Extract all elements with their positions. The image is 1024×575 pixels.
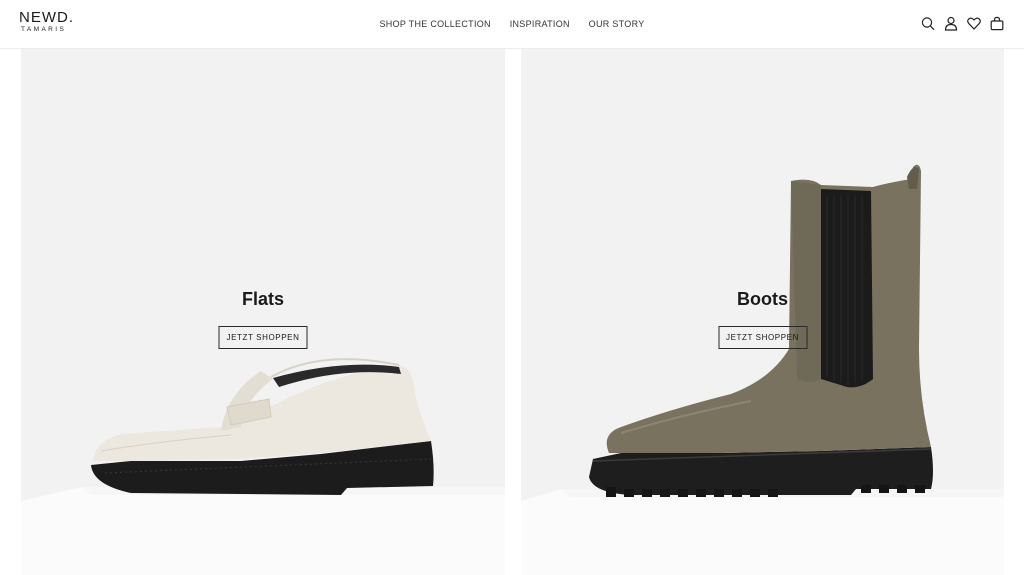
shop-boots-button[interactable]: JETZT SHOPPEN <box>718 326 807 349</box>
shop-flats-button[interactable]: JETZT SHOPPEN <box>218 326 308 349</box>
tile-title-flats: Flats <box>241 289 284 309</box>
search-icon[interactable] <box>921 16 935 31</box>
cart-icon[interactable] <box>990 16 1004 31</box>
account-icon[interactable] <box>944 16 958 31</box>
nav-inspiration[interactable]: INSPIRATION <box>510 19 570 29</box>
nav-our-story[interactable]: OUR STORY <box>589 19 645 29</box>
main-navigation: SHOP THE COLLECTION INSPIRATION OUR STOR… <box>0 19 1024 29</box>
tile-title-boots: Boots <box>737 289 788 309</box>
boot-image <box>521 164 1004 575</box>
wishlist-icon[interactable] <box>967 16 981 31</box>
nav-shop-the-collection[interactable]: SHOP THE COLLECTION <box>379 19 490 29</box>
category-tile-flats[interactable]: Flats JETZT SHOPPEN <box>21 49 505 575</box>
site-header: NEWD. TAMARIS SHOP THE COLLECTION INSPIR… <box>0 0 1024 49</box>
loafer-image <box>21 358 505 575</box>
header-actions <box>921 16 1004 31</box>
category-tile-boots[interactable]: Boots JETZT SHOPPEN <box>521 49 1004 575</box>
